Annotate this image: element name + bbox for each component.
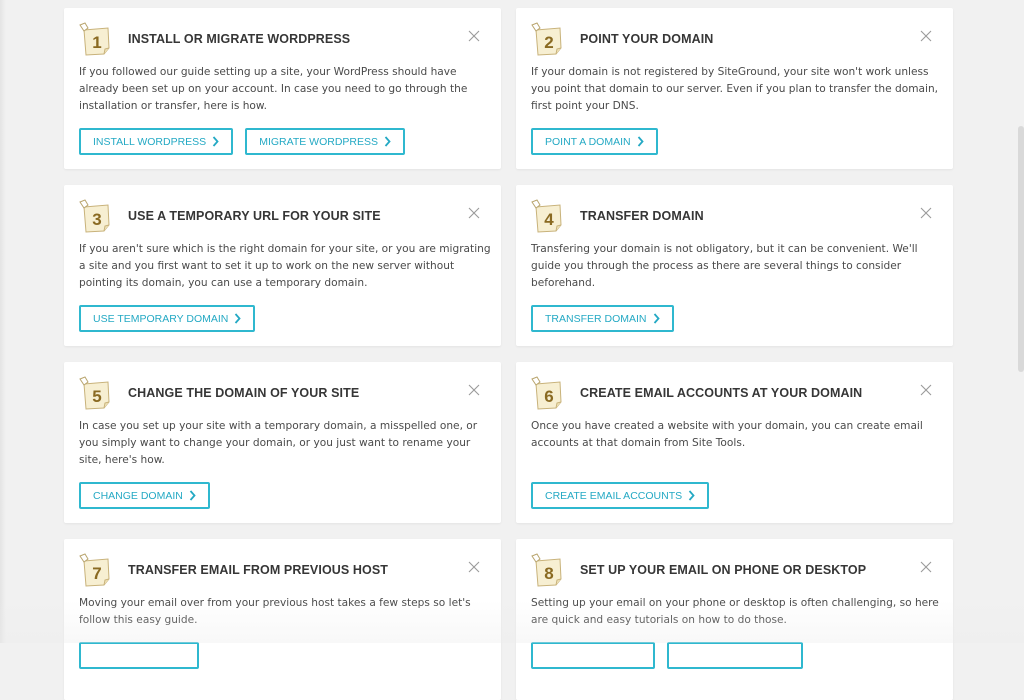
card-description: Once you have created a website with you… (531, 420, 923, 449)
step-badge: 3 (78, 199, 112, 233)
step-badge: 1 (78, 22, 112, 56)
step-badge: 6 (530, 376, 564, 410)
create-email-accounts-button[interactable]: CREATE EMAIL ACCOUNTS (531, 482, 710, 509)
task-card-install-wordpress: 1 INSTALL OR MIGRATE WORDPRESS If you fo… (64, 8, 501, 169)
card-title: POINT YOUR DOMAIN (580, 32, 714, 46)
card-actions: CREATE EMAIL ACCOUNTS (531, 482, 710, 509)
install-wordpress-button[interactable]: INSTALL WORDPRESS (79, 128, 234, 155)
chevron-right-icon (213, 136, 219, 147)
card-title: TRANSFER EMAIL FROM PREVIOUS HOST (128, 563, 389, 577)
transfer-domain-button[interactable]: TRANSFER DOMAIN (531, 305, 674, 332)
chevron-right-icon (384, 136, 391, 147)
close-icon[interactable] (467, 29, 481, 43)
card-actions: POINT A DOMAIN (531, 128, 658, 155)
step-badge: 2 (530, 22, 564, 56)
close-icon[interactable] (919, 383, 933, 397)
button-label: CHANGE DOMAIN (93, 489, 183, 502)
step-number: 1 (92, 33, 102, 52)
card-title: TRANSFER DOMAIN (580, 209, 704, 223)
task-card-setup-email-devices: 8 SET UP YOUR EMAIL ON PHONE OR DESKTOP … (516, 539, 953, 700)
card-actions (79, 642, 199, 669)
step-number: 3 (92, 210, 102, 229)
button-label: INSTALL WORDPRESS (93, 135, 207, 148)
step-number: 5 (92, 387, 102, 406)
scrollbar-thumb[interactable] (1018, 126, 1024, 372)
task-card-change-domain: 5 CHANGE THE DOMAIN OF YOUR SITE In case… (64, 362, 501, 523)
card-title: CHANGE THE DOMAIN OF YOUR SITE (128, 386, 360, 400)
card-description: Transfering your domain is not obligator… (531, 243, 918, 289)
close-icon[interactable] (919, 206, 933, 220)
step-number: 6 (544, 387, 554, 406)
chevron-right-icon (637, 136, 644, 147)
button-label: MIGRATE WORDPRESS (259, 135, 379, 148)
card-description: Setting up your email on your phone or d… (531, 597, 939, 626)
card-description: In case you set up your site with a temp… (79, 420, 478, 466)
email-setup-button-2[interactable] (667, 642, 803, 669)
button-label: USE TEMPORARY DOMAIN (93, 312, 229, 325)
card-description: Moving your email over from your previou… (79, 597, 471, 626)
chevron-right-icon (653, 313, 660, 324)
step-number: 2 (544, 33, 554, 52)
point-a-domain-button[interactable]: POINT A DOMAIN (531, 128, 658, 155)
close-icon[interactable] (467, 383, 481, 397)
button-label: TRANSFER DOMAIN (545, 312, 647, 325)
migrate-wordpress-button[interactable]: MIGRATE WORDPRESS (245, 128, 406, 155)
card-actions: INSTALL WORDPRESS MIGRATE WORDPRESS (79, 128, 406, 155)
card-title: USE A TEMPORARY URL FOR YOUR SITE (128, 209, 381, 223)
step-badge: 5 (78, 376, 112, 410)
close-icon[interactable] (467, 206, 481, 220)
chevron-right-icon (688, 490, 695, 501)
change-domain-button[interactable]: CHANGE DOMAIN (79, 482, 210, 509)
card-actions (531, 642, 803, 669)
card-description: If you followed our guide setting up a s… (79, 66, 468, 112)
card-actions: CHANGE DOMAIN (79, 482, 210, 509)
button-label: POINT A DOMAIN (545, 135, 631, 148)
card-title: INSTALL OR MIGRATE WORDPRESS (128, 32, 351, 46)
task-card-temporary-url: 3 USE A TEMPORARY URL FOR YOUR SITE If y… (64, 185, 501, 346)
task-card-point-domain: 2 POINT YOUR DOMAIN If your domain is no… (516, 8, 953, 169)
step-badge: 8 (530, 553, 564, 587)
step-badge: 4 (530, 199, 564, 233)
task-card-transfer-domain: 4 TRANSFER DOMAIN Transfering your domai… (516, 185, 953, 346)
close-icon[interactable] (919, 29, 933, 43)
card-title: SET UP YOUR EMAIL ON PHONE OR DESKTOP (580, 563, 867, 577)
card-description: If your domain is not registered by Site… (531, 66, 939, 112)
card-description: If you aren't sure which is the right do… (79, 243, 491, 289)
step-number: 8 (544, 564, 554, 583)
use-temporary-domain-button[interactable]: USE TEMPORARY DOMAIN (79, 305, 256, 332)
button-label: CREATE EMAIL ACCOUNTS (545, 489, 683, 502)
card-title: CREATE EMAIL ACCOUNTS AT YOUR DOMAIN (580, 386, 863, 400)
step-number: 4 (544, 210, 554, 229)
task-card-transfer-email: 7 TRANSFER EMAIL FROM PREVIOUS HOST Movi… (64, 539, 501, 700)
step-badge: 7 (78, 553, 112, 587)
chevron-right-icon (189, 490, 196, 501)
close-icon[interactable] (919, 560, 933, 574)
transfer-email-button[interactable] (79, 642, 199, 669)
step-number: 7 (92, 564, 102, 583)
card-actions: USE TEMPORARY DOMAIN (79, 305, 256, 332)
task-card-create-email: 6 CREATE EMAIL ACCOUNTS AT YOUR DOMAIN O… (516, 362, 953, 523)
chevron-right-icon (235, 313, 242, 324)
email-setup-button-1[interactable] (531, 642, 655, 669)
close-icon[interactable] (467, 560, 481, 574)
window-edge (0, 0, 6, 643)
card-actions: TRANSFER DOMAIN (531, 305, 674, 332)
